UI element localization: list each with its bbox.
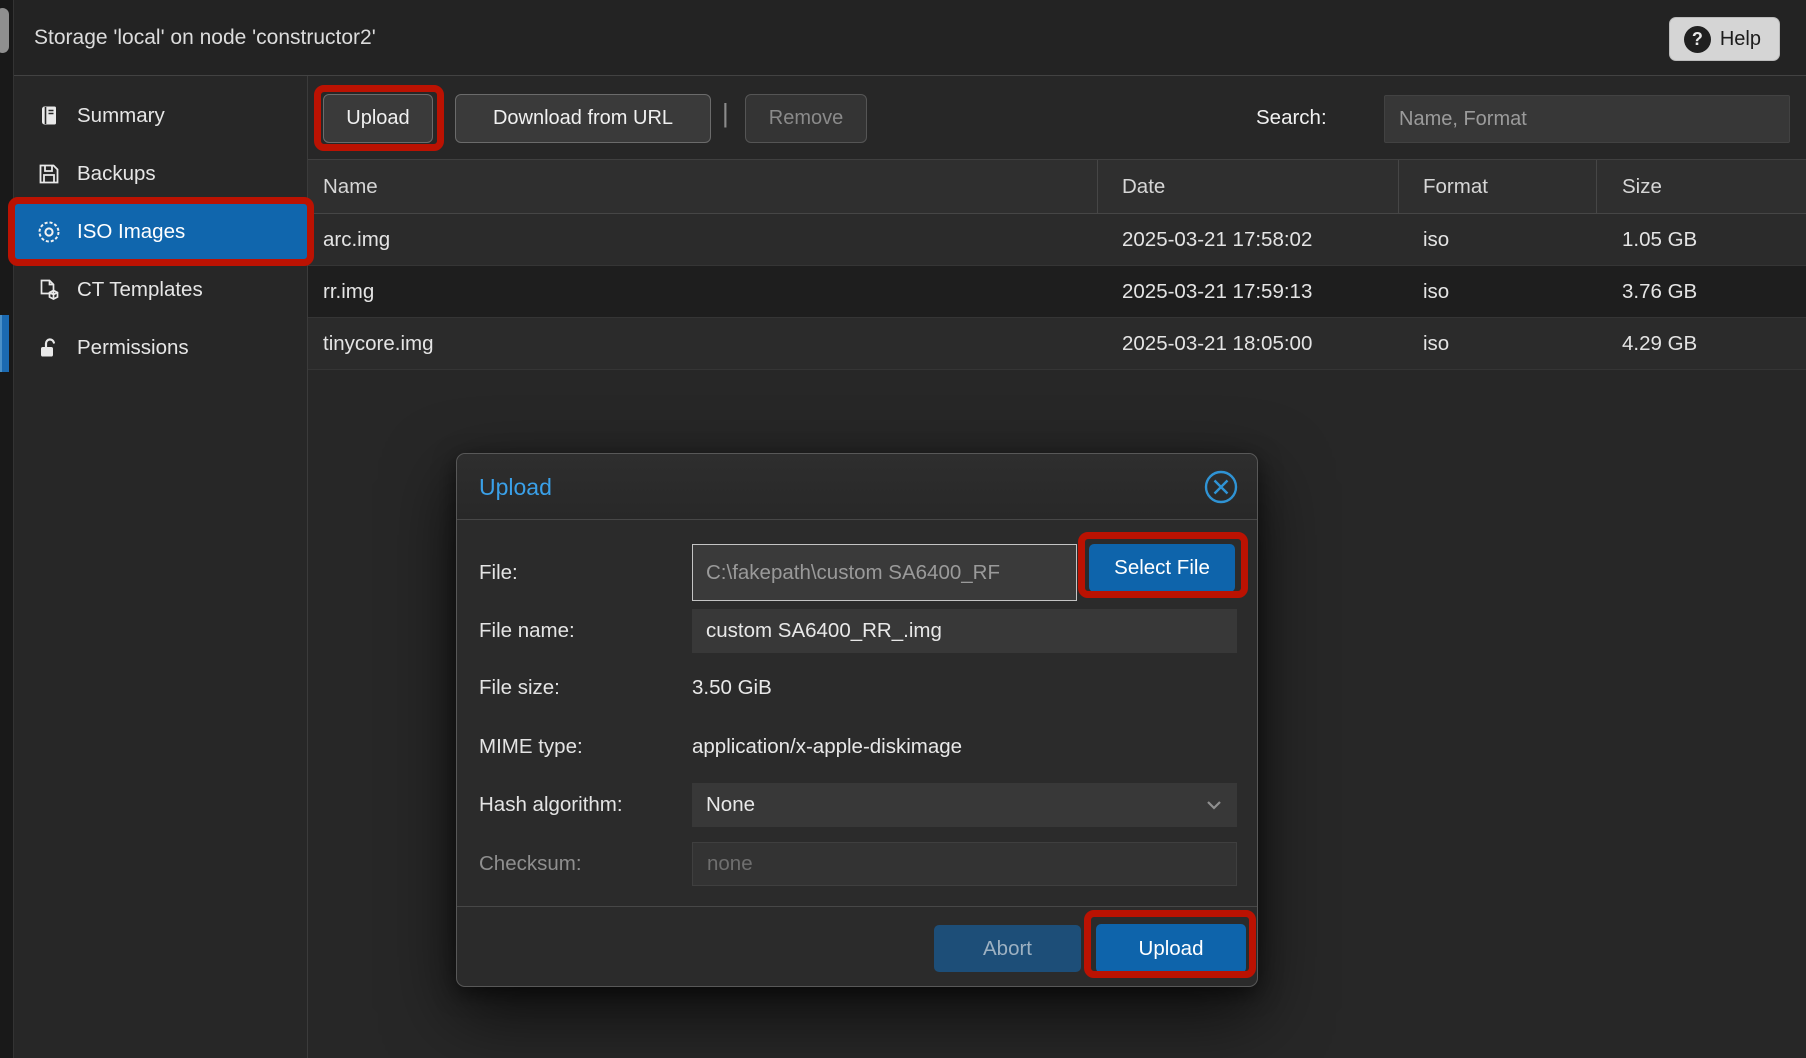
sidebar-item-label: Permissions <box>77 336 189 360</box>
column-header-size[interactable]: Size <box>1597 160 1806 213</box>
upload-button[interactable]: Upload <box>323 94 433 143</box>
cell-date: 2025-03-21 17:59:13 <box>1098 266 1399 317</box>
remove-button[interactable]: Remove <box>745 94 867 143</box>
sidebar-item-permissions[interactable]: Permissions <box>14 319 307 377</box>
question-icon: ? <box>1684 26 1711 53</box>
cell-format: iso <box>1399 214 1597 265</box>
titlebar: Storage 'local' on node 'constructor2' ?… <box>14 0 1806 76</box>
upload-dialog-header[interactable]: Upload <box>457 454 1257 520</box>
sidebar-item-label: CT Templates <box>77 278 203 302</box>
file-size-label: File size: <box>479 668 560 708</box>
dialog-upload-button[interactable]: Upload <box>1096 924 1246 973</box>
sidebar-item-label: Summary <box>77 104 165 128</box>
cell-name: arc.img <box>308 214 1098 265</box>
unlock-icon <box>36 335 62 361</box>
iso-table: Name Date Format Size arc.img 2025-03-21… <box>308 159 1806 370</box>
cell-size: 4.29 GB <box>1597 318 1806 369</box>
column-header-format[interactable]: Format <box>1399 160 1597 213</box>
cell-name: tinycore.img <box>308 318 1098 369</box>
sidebar-item-backups[interactable]: Backups <box>14 145 307 203</box>
file-label: File: <box>479 553 518 593</box>
search-input[interactable] <box>1384 95 1790 143</box>
cell-format: iso <box>1399 266 1597 317</box>
upload-dialog-title: Upload <box>479 454 552 520</box>
book-icon <box>36 103 62 129</box>
cell-size: 1.05 GB <box>1597 214 1806 265</box>
table-row[interactable]: tinycore.img 2025-03-21 18:05:00 iso 4.2… <box>308 318 1806 370</box>
upload-dialog: Upload File: Select File File name: File… <box>456 453 1258 987</box>
hash-algorithm-select[interactable]: None <box>692 783 1237 827</box>
file-path-input[interactable] <box>692 544 1077 601</box>
hash-algorithm-label: Hash algorithm: <box>479 785 623 825</box>
sidebar-item-label: ISO Images <box>77 220 185 244</box>
table-header-row: Name Date Format Size <box>308 159 1806 214</box>
abort-button[interactable]: Abort <box>934 925 1081 972</box>
background-edge-strip <box>0 0 14 1058</box>
background-selected-tree-item <box>0 315 9 372</box>
floppy-disk-icon <box>36 161 62 187</box>
sidebar-item-ct-templates[interactable]: CT Templates <box>14 261 307 319</box>
toolbar: Upload Download from URL | Remove Search… <box>308 76 1806 159</box>
background-edge-button <box>0 8 9 53</box>
sidebar-item-iso-images[interactable]: ISO Images <box>14 203 307 261</box>
mime-type-value: application/x-apple-diskimage <box>692 727 962 767</box>
template-file-icon <box>36 277 62 303</box>
page-title: Storage 'local' on node 'constructor2' <box>34 0 376 76</box>
select-file-button[interactable]: Select File <box>1089 544 1235 592</box>
disc-icon <box>36 219 62 245</box>
sidebar-item-label: Backups <box>77 162 156 186</box>
cell-name: rr.img <box>308 266 1098 317</box>
column-header-name[interactable]: Name <box>308 160 1098 213</box>
upload-dialog-footer: Abort Upload <box>457 906 1257 986</box>
mime-type-label: MIME type: <box>479 727 583 767</box>
cell-size: 3.76 GB <box>1597 266 1806 317</box>
file-name-label: File name: <box>479 611 575 651</box>
file-size-value: 3.50 GiB <box>692 668 772 708</box>
sidebar-item-summary[interactable]: Summary <box>14 87 307 145</box>
download-from-url-button[interactable]: Download from URL <box>455 94 711 143</box>
table-row[interactable]: arc.img 2025-03-21 17:58:02 iso 1.05 GB <box>308 214 1806 266</box>
storage-sidebar: Summary Backups ISO Images <box>14 76 308 1058</box>
help-button-label: Help <box>1720 28 1761 51</box>
proxmox-storage-window: Storage 'local' on node 'constructor2' ?… <box>0 0 1806 1058</box>
toolbar-separator: | <box>722 98 729 140</box>
search-label: Search: <box>1256 76 1327 159</box>
hash-algorithm-value: None <box>706 793 755 817</box>
cell-date: 2025-03-21 18:05:00 <box>1098 318 1399 369</box>
cell-date: 2025-03-21 17:58:02 <box>1098 214 1399 265</box>
column-header-date[interactable]: Date <box>1098 160 1399 213</box>
checksum-input[interactable] <box>692 842 1237 886</box>
help-button[interactable]: ? Help <box>1669 17 1780 61</box>
close-icon[interactable] <box>1201 467 1241 507</box>
checksum-label: Checksum: <box>479 844 582 884</box>
chevron-down-icon <box>1203 794 1225 822</box>
file-name-input[interactable] <box>692 609 1237 653</box>
table-row[interactable]: rr.img 2025-03-21 17:59:13 iso 3.76 GB <box>308 266 1806 318</box>
cell-format: iso <box>1399 318 1597 369</box>
